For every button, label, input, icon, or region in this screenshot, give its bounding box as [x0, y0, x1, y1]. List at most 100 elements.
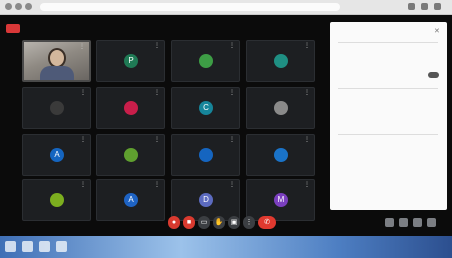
panel-toggle[interactable]: [428, 72, 439, 78]
participant-avatar: P: [124, 54, 138, 68]
participant-name: [250, 168, 300, 173]
participant-tile[interactable]: M ⋮: [246, 179, 315, 221]
recording-badge: [6, 24, 20, 33]
participant-avatar: D: [199, 193, 213, 207]
side-panel: ✕: [330, 22, 447, 210]
present-icon[interactable]: ▣: [228, 216, 240, 229]
browser-toolbar: [0, 0, 452, 15]
participant-name: [100, 168, 150, 173]
participant-tile[interactable]: ⋮: [171, 40, 240, 82]
participant-name: [26, 213, 76, 218]
participant-avatar: A: [124, 193, 138, 207]
address-bar[interactable]: [40, 3, 340, 11]
participant-tile[interactable]: ⋮: [96, 134, 165, 176]
panel-heading: [338, 30, 398, 36]
meeting-code: [38, 221, 72, 228]
participant-tile[interactable]: A ⋮: [22, 134, 91, 176]
panel-row: [338, 174, 418, 180]
file-explorer-icon[interactable]: [39, 241, 50, 252]
participant-avatar: [274, 148, 288, 162]
participant-tile[interactable]: ⋮: [246, 134, 315, 176]
extensions-icon[interactable]: [408, 3, 415, 10]
panel-row: [338, 144, 398, 150]
divider: [338, 88, 438, 89]
more-options-icon[interactable]: ⋮: [80, 90, 86, 96]
chat-icon[interactable]: [413, 218, 422, 227]
divider: [338, 134, 438, 135]
participant-tile[interactable]: D ⋮: [171, 179, 240, 221]
end-call-icon[interactable]: ✆: [258, 216, 276, 229]
participant-avatar: [50, 101, 64, 115]
participant-tile[interactable]: ⋮: [171, 134, 240, 176]
panel-row: [338, 190, 408, 196]
raise-hand-icon[interactable]: ✋: [213, 216, 225, 229]
participant-avatar: M: [274, 193, 288, 207]
activities-icon[interactable]: [427, 218, 436, 227]
more-options-icon[interactable]: ⋮: [154, 182, 160, 188]
taskbar-clock: [396, 242, 440, 251]
participant-avatar: A: [50, 148, 64, 162]
start-icon[interactable]: [5, 241, 16, 252]
info-icon[interactable]: [385, 218, 394, 227]
back-icon[interactable]: [5, 3, 12, 10]
more-options-icon[interactable]: ⋮: [229, 43, 235, 49]
more-options-icon[interactable]: ⋮: [154, 90, 160, 96]
participant-avatar: [124, 148, 138, 162]
mic-off-icon[interactable]: ●: [168, 216, 180, 229]
participant-avatar: C: [199, 101, 213, 115]
participant-name: [175, 74, 225, 79]
participant-name: [250, 74, 300, 79]
participant-avatar: [274, 101, 288, 115]
more-options-icon[interactable]: ⋮: [229, 90, 235, 96]
more-options-icon[interactable]: ⋮: [243, 216, 255, 229]
panel-row: [338, 98, 408, 104]
more-options-icon[interactable]: ⋮: [229, 182, 235, 188]
more-options-icon[interactable]: ⋮: [304, 182, 310, 188]
participant-tile[interactable]: ⋮: [96, 87, 165, 129]
participant-avatar: [124, 101, 138, 115]
participant-avatar: [199, 54, 213, 68]
reload-icon[interactable]: [25, 3, 32, 10]
more-options-icon[interactable]: ⋮: [154, 43, 160, 49]
taskbar: [0, 236, 452, 258]
camera-off-icon[interactable]: ■: [183, 216, 195, 229]
more-options-icon[interactable]: ⋮: [304, 137, 310, 143]
browser-icon[interactable]: [56, 241, 67, 252]
menu-icon[interactable]: [434, 3, 441, 10]
call-time: [7, 221, 29, 228]
participant-tile[interactable]: ⋮: [22, 87, 91, 129]
participant-tile[interactable]: A ⋮: [96, 179, 165, 221]
divider: [338, 42, 438, 43]
participant-avatar: [274, 54, 288, 68]
participant-tile[interactable]: ⋮: [246, 40, 315, 82]
more-options-icon[interactable]: ⋮: [79, 44, 85, 50]
more-options-icon[interactable]: ⋮: [154, 137, 160, 143]
participant-tile[interactable]: ⋮: [246, 87, 315, 129]
more-options-icon[interactable]: ⋮: [80, 182, 86, 188]
participant-name: [175, 168, 225, 173]
more-options-icon[interactable]: ⋮: [304, 90, 310, 96]
participant-tile[interactable]: C ⋮: [171, 87, 240, 129]
participant-avatar: [199, 148, 213, 162]
forward-icon[interactable]: [15, 3, 22, 10]
more-options-icon[interactable]: ⋮: [229, 137, 235, 143]
person-head: [48, 48, 66, 68]
search-icon[interactable]: [22, 241, 33, 252]
participant-tile[interactable]: ⋮: [22, 179, 91, 221]
participant-name: [250, 213, 300, 218]
participant-tile-camera[interactable]: ⋮: [22, 40, 91, 82]
participant-name: [100, 74, 150, 79]
profile-icon[interactable]: [421, 3, 428, 10]
more-options-icon[interactable]: ⋮: [304, 43, 310, 49]
participant-tile[interactable]: P ⋮: [96, 40, 165, 82]
participant-name: [26, 121, 76, 126]
captions-icon[interactable]: ▭: [198, 216, 210, 229]
participant-name: [100, 213, 150, 218]
participant-avatar: [50, 193, 64, 207]
more-options-icon[interactable]: ⋮: [80, 137, 86, 143]
close-icon[interactable]: ✕: [434, 28, 440, 35]
panel-row: [338, 118, 418, 124]
people-icon[interactable]: [399, 218, 408, 227]
participant-name: [26, 168, 76, 173]
participant-name: [27, 73, 77, 78]
